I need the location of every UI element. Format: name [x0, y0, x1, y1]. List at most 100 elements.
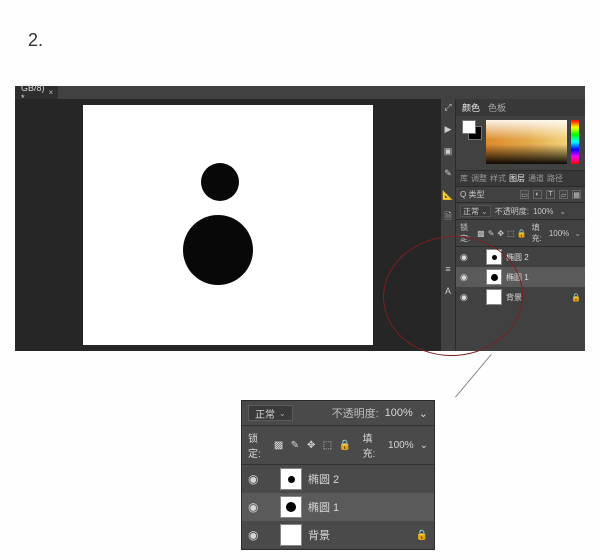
tab-paths[interactable]: 路径	[547, 173, 563, 184]
fg-color-swatch[interactable]	[462, 120, 476, 134]
lock-all-icon[interactable]: 🔒	[518, 229, 526, 237]
chevron-down-icon[interactable]: ⌄	[419, 407, 428, 420]
zoom-opacity-value[interactable]: 100%	[385, 407, 413, 419]
visibility-toggle[interactable]: ◉	[460, 292, 470, 303]
opacity-label: 不透明度:	[495, 206, 529, 217]
layer-thumbnail[interactable]	[486, 269, 502, 285]
tab-adjustments[interactable]: 调整	[471, 173, 487, 184]
play-icon[interactable]: ▶	[442, 123, 454, 135]
layer-thumbnail[interactable]	[280, 524, 302, 546]
layer-row-ellipse-2[interactable]: ◉ 椭圆 2	[456, 247, 585, 267]
zoom-layer-row-ellipse-1[interactable]: ◉ 椭圆 1	[242, 493, 434, 521]
tab-channels[interactable]: 通道	[528, 173, 544, 184]
layer-thumbnail[interactable]	[280, 468, 302, 490]
zoom-lock-label: 锁定:	[248, 430, 267, 460]
color-spectrum[interactable]	[486, 120, 567, 164]
lock-brush-icon[interactable]: ✎	[290, 440, 300, 451]
lock-pixels-icon[interactable]: ▩	[273, 440, 283, 451]
zoom-blend-mode-value: 正常	[255, 406, 275, 421]
lock-pixels-icon[interactable]: ▩	[477, 229, 485, 237]
arrows-icon[interactable]: ⤢	[442, 101, 454, 113]
tab-layers[interactable]: 图层	[509, 173, 525, 184]
blend-opacity-row: 正常 ⌄ 不透明度: 100% ⌄	[456, 203, 585, 220]
zoom-blend-mode-select[interactable]: 正常 ⌄	[248, 405, 293, 421]
align-icon[interactable]: ≡	[442, 263, 454, 275]
text-icon[interactable]: A	[442, 285, 454, 297]
layer-name[interactable]: 椭圆 2	[506, 252, 581, 263]
color-panel: 颜色 色板	[456, 99, 585, 171]
filter-text-icon[interactable]: T	[546, 190, 555, 199]
layer-thumbnail[interactable]	[486, 249, 502, 265]
step-number: 2.	[28, 30, 43, 51]
ruler-icon[interactable]: 📐	[442, 189, 454, 201]
lock-artboard-icon[interactable]: ⬚	[507, 229, 515, 237]
layer-name[interactable]: 背景	[308, 527, 410, 543]
visibility-toggle[interactable]: ◉	[248, 472, 260, 486]
note-icon[interactable]: 🗎	[442, 211, 454, 223]
collapsed-panel-dock: ⤢ ▶ ▣ ✎ 📐 🗎 ≡ A	[441, 99, 455, 351]
right-panels: 颜色 色板 库 调整 样式 图层	[455, 99, 585, 351]
layer-row-background[interactable]: ◉ 背景 🔒	[456, 287, 585, 307]
canvas[interactable]	[83, 105, 373, 345]
lock-brush-icon[interactable]: ✎	[488, 229, 495, 237]
blend-mode-value: 正常	[463, 206, 479, 217]
layer-name[interactable]: 椭圆 1	[506, 272, 581, 283]
lock-artboard-icon[interactable]: ⬚	[322, 440, 332, 451]
ellipse-1-shape[interactable]	[183, 215, 253, 285]
fill-label: 填充:	[532, 222, 546, 244]
fill-value[interactable]: 100%	[549, 229, 569, 238]
visibility-toggle[interactable]: ◉	[248, 500, 260, 514]
visibility-toggle[interactable]: ◉	[460, 272, 470, 283]
close-tab-icon[interactable]: ×	[49, 88, 54, 97]
visibility-toggle[interactable]: ◉	[460, 252, 470, 263]
layer-name[interactable]: 背景	[506, 292, 567, 303]
chevron-down-icon[interactable]: ⌄	[559, 207, 566, 216]
chevron-down-icon[interactable]: ⌄	[420, 440, 428, 451]
zoom-blend-row: 正常 ⌄ 不透明度: 100% ⌄	[242, 401, 434, 426]
eyedropper-icon[interactable]: ✎	[442, 167, 454, 179]
hue-strip[interactable]	[571, 120, 579, 164]
zoom-opacity-label: 不透明度:	[332, 405, 379, 421]
zoom-layers-list: ◉ 椭圆 2 ◉ 椭圆 1 ◉ 背景 🔒	[242, 465, 434, 549]
zoom-layer-row-background[interactable]: ◉ 背景 🔒	[242, 521, 434, 549]
layers-panel-tabs: 库 调整 样式 图层 通道 路径	[456, 171, 585, 187]
layer-filter-kind[interactable]: Q 类型	[460, 189, 516, 200]
lock-position-icon[interactable]: ✥	[497, 229, 504, 237]
filter-smart-icon[interactable]: ▦	[572, 190, 581, 199]
visibility-toggle[interactable]: ◉	[248, 528, 260, 542]
chevron-down-icon: ⌄	[279, 409, 286, 418]
crop-icon[interactable]: ▣	[442, 145, 454, 157]
zoom-layers-panel: 正常 ⌄ 不透明度: 100% ⌄ 锁定: ▩ ✎ ✥ ⬚ 🔒 填充: 100%…	[241, 400, 435, 550]
fg-bg-swatch[interactable]	[462, 120, 482, 140]
layer-name[interactable]: 椭圆 1	[308, 499, 428, 515]
tab-libraries[interactable]: 库	[460, 173, 468, 184]
document-tab[interactable]: GB/8) * ×	[15, 86, 58, 99]
lock-position-icon[interactable]: ✥	[306, 440, 316, 451]
tab-color[interactable]: 颜色	[462, 101, 480, 114]
zoom-fill-value[interactable]: 100%	[388, 440, 414, 451]
chevron-down-icon[interactable]: ⌄	[574, 229, 581, 238]
tab-styles[interactable]: 样式	[490, 173, 506, 184]
layer-filter-row: Q 类型 ▭ ◐ T ▱ ▦	[456, 187, 585, 203]
layer-thumbnail[interactable]	[280, 496, 302, 518]
opacity-value[interactable]: 100%	[533, 207, 553, 216]
lock-icon: 🔒	[416, 530, 428, 541]
lock-fill-row: 锁定: ▩ ✎ ✥ ⬚ 🔒 填充: 100% ⌄	[456, 220, 585, 247]
layers-list: ◉ 椭圆 2 ◉ 椭圆 1 ◉ 背景	[456, 247, 585, 351]
layer-name[interactable]: 椭圆 2	[308, 471, 428, 487]
zoom-lock-row: 锁定: ▩ ✎ ✥ ⬚ 🔒 填充: 100% ⌄	[242, 426, 434, 465]
ellipse-2-shape[interactable]	[201, 163, 239, 201]
canvas-area[interactable]	[15, 99, 441, 351]
filter-shape-icon[interactable]: ▱	[559, 190, 568, 199]
blend-mode-select[interactable]: 正常 ⌄	[460, 205, 491, 217]
chevron-down-icon: ⌄	[481, 207, 488, 216]
layer-row-ellipse-1[interactable]: ◉ 椭圆 1	[456, 267, 585, 287]
layer-thumbnail[interactable]	[486, 289, 502, 305]
zoom-layer-row-ellipse-2[interactable]: ◉ 椭圆 2	[242, 465, 434, 493]
tab-swatches[interactable]: 色板	[488, 101, 506, 114]
lock-all-icon[interactable]: 🔒	[339, 440, 351, 451]
app-window: GB/8) * × ⤢ ▶ ▣ ✎ 📐 🗎 ≡ A	[15, 86, 585, 351]
filter-adjust-icon[interactable]: ◐	[533, 190, 542, 199]
color-panel-tabs: 颜色 色板	[456, 99, 585, 116]
filter-image-icon[interactable]: ▭	[520, 190, 529, 199]
